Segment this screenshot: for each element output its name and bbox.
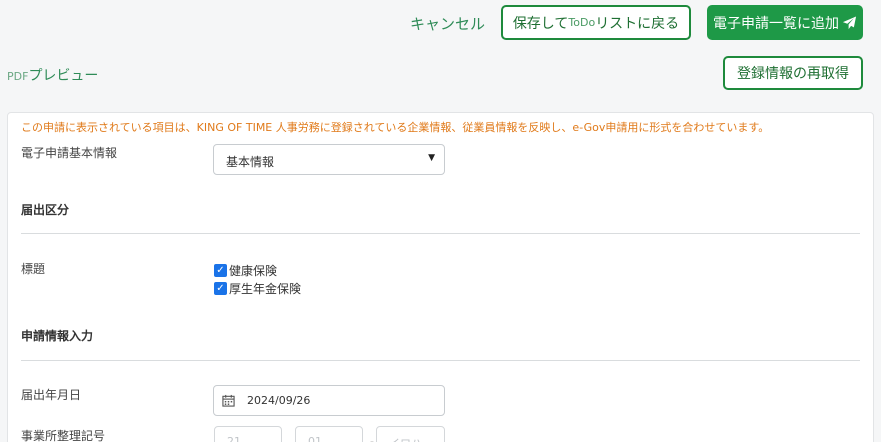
- office-code-separator: -: [370, 435, 374, 442]
- application-form: この申請に表示されている項目は、KING OF TIME 人事労務に登録されてい…: [7, 112, 874, 442]
- office-code-input-2[interactable]: 01: [295, 426, 363, 442]
- office-code-label: 事業所整理記号: [21, 429, 106, 442]
- cancel-link[interactable]: キャンセル: [410, 13, 485, 33]
- basic-info-value: 基本情報: [226, 155, 275, 169]
- save-prefix: 保存して: [512, 15, 569, 32]
- save-suffix: リストに戻る: [595, 15, 680, 32]
- office-code-input-1[interactable]: 21: [214, 426, 282, 442]
- pdf-preview-link[interactable]: PDFプレビュー: [7, 65, 98, 85]
- title-label: 標題: [21, 262, 46, 276]
- calendar-icon: [222, 394, 235, 407]
- checkbox-pension-insurance[interactable]: ✓ 厚生年金保険: [214, 280, 301, 297]
- section-filing-type: 届出区分: [21, 203, 70, 217]
- check-icon: ✓: [214, 264, 227, 277]
- save-and-return-button[interactable]: 保存して ToDo リストに戻る: [501, 5, 691, 40]
- action-bar: キャンセル 保存して ToDo リストに戻る 電子申請一覧に追加 PDFプレビュー …: [0, 0, 881, 110]
- checkbox-label: 健康保険: [229, 264, 278, 278]
- caret-down-icon: ▼: [428, 153, 435, 163]
- form-notice: この申請に表示されている項目は、KING OF TIME 人事労務に登録されてい…: [21, 121, 770, 134]
- checkbox-health-insurance[interactable]: ✓ 健康保険: [214, 262, 277, 279]
- basic-info-select[interactable]: 基本情報 ▼: [213, 144, 445, 175]
- save-todo: ToDo: [568, 16, 596, 29]
- filing-date-value: 2024/09/26: [247, 394, 311, 407]
- checkbox-label: 厚生年金保険: [229, 282, 302, 296]
- pdf-prefix: PDF: [7, 70, 29, 83]
- divider: [21, 360, 860, 361]
- basic-info-label: 電子申請基本情報: [21, 146, 118, 160]
- send-icon: [842, 15, 857, 29]
- divider: [21, 233, 860, 234]
- check-icon: ✓: [214, 282, 227, 295]
- add-to-e-application-list-button[interactable]: 電子申請一覧に追加: [707, 5, 863, 40]
- reload-registered-info-button[interactable]: 登録情報の再取得: [723, 56, 863, 90]
- pdf-preview-label: プレビュー: [28, 68, 99, 84]
- filing-date-label: 届出年月日: [21, 388, 82, 402]
- filing-date-input[interactable]: 2024/09/26: [213, 385, 445, 416]
- add-button-label: 電子申請一覧に追加: [713, 15, 839, 32]
- section-application-input: 申請情報入力: [21, 329, 94, 343]
- office-code-input-3[interactable]: イロハ: [376, 426, 445, 442]
